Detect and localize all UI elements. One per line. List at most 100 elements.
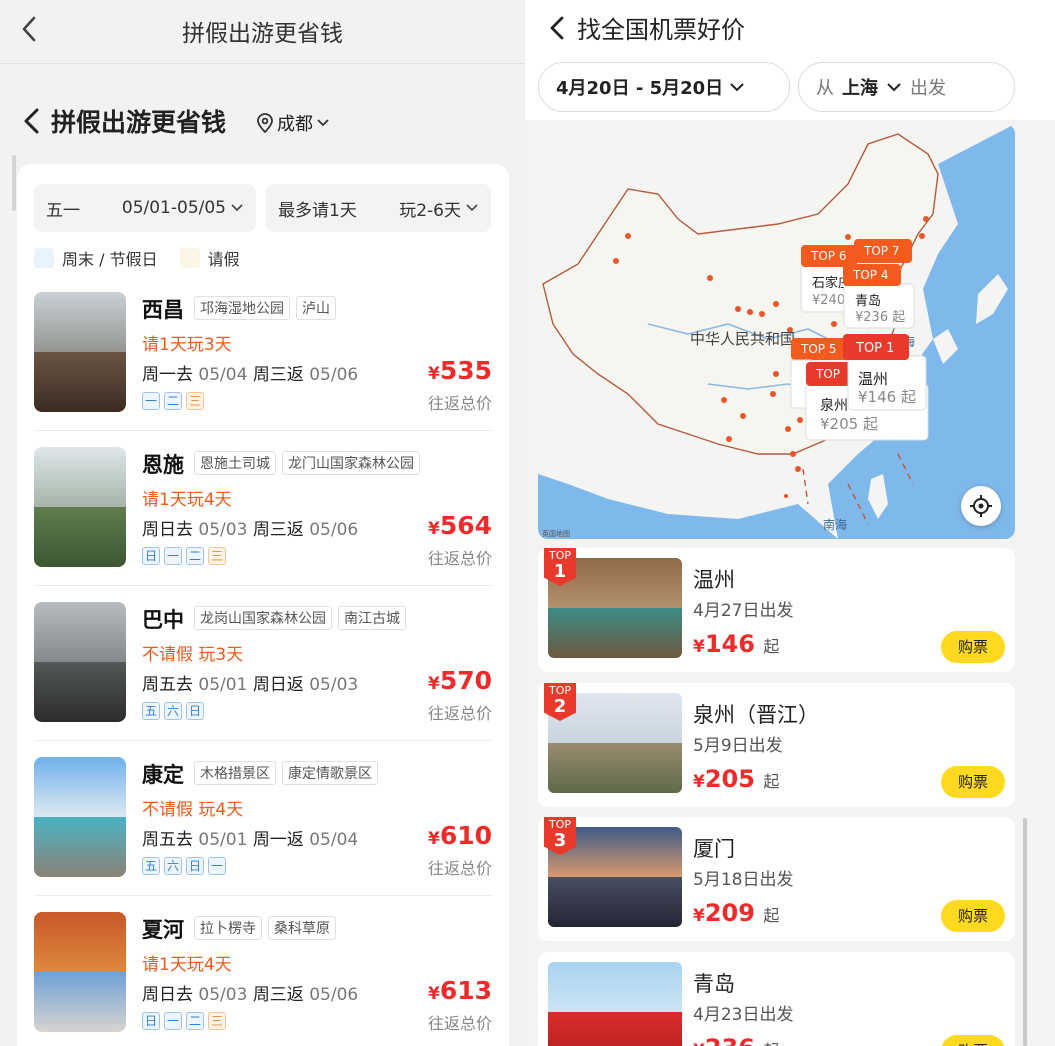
- trip-image: [34, 292, 126, 412]
- day-chip: 二: [164, 392, 182, 410]
- holiday-label: 五一: [46, 200, 80, 221]
- destination-date: 5月18日出发: [693, 870, 794, 890]
- destination-card[interactable]: TOP 2 泉州（晋江） 5月9日出发 ¥205 起 购票: [538, 683, 1015, 807]
- scroll-indicator: [1023, 818, 1027, 1046]
- date-range-selector[interactable]: 4月20日 - 5月20日: [538, 62, 790, 112]
- pin-rank: TOP: [815, 367, 840, 381]
- trip-item[interactable]: 恩施 恩施土司城 龙门山国家森林公园 请1天玩4天 周日去 05/03 周三返 …: [34, 431, 492, 586]
- crosshair-icon: [970, 495, 992, 517]
- top-nav-bar: 拼假出游更省钱: [0, 0, 525, 64]
- location-pin-icon: [257, 113, 273, 133]
- pin-rank: TOP 5: [800, 342, 836, 356]
- trip-city: 夏河: [142, 918, 184, 942]
- trip-plan: 请1天玩3天: [142, 335, 232, 355]
- trip-plan: 请1天玩4天: [142, 955, 232, 975]
- duration-filter[interactable]: 最多请1天 玩2-6天: [266, 184, 491, 232]
- sea-label: 南海: [823, 517, 847, 532]
- trip-dates: 周五去 05/01 周一返 05/04: [142, 830, 359, 850]
- destination-card[interactable]: TOP 1 温州 4月27日出发 ¥146 起 购票: [538, 548, 1015, 672]
- price-label: 往返总价: [427, 394, 492, 413]
- trip-tags: 恩施土司城 龙门山国家森林公园: [194, 451, 420, 475]
- destination-card[interactable]: TOP 3 厦门 5月18日出发 ¥209 起 购票: [538, 817, 1015, 941]
- day-chip: 日: [142, 547, 160, 565]
- page-title: 找全国机票好价: [577, 16, 745, 44]
- back-arrow-icon[interactable]: [547, 14, 567, 42]
- holiday-filter[interactable]: 五一 05/01-05/05: [34, 184, 256, 232]
- pin-city: 温州: [858, 370, 888, 388]
- trip-dates: 周日去 05/03 周三返 05/06: [142, 985, 359, 1005]
- holiday-dates: 05/01-05/05: [121, 198, 226, 218]
- destination-card[interactable]: 青岛 4月23日出发 ¥236 起 购票: [538, 952, 1015, 1046]
- flight-header: 找全国机票好价 4月20日 - 5月20日 从 上海 出发: [525, 0, 1055, 120]
- page-title: 拼假出游更省钱: [51, 108, 227, 137]
- chevron-down-icon: [466, 204, 478, 212]
- trip-tag: 康定情歌景区: [282, 761, 378, 785]
- map-pin-top7[interactable]: TOP 7: [854, 239, 912, 263]
- city-selector[interactable]: 成都: [256, 110, 330, 136]
- trip-tag: 拉卜楞寺: [194, 916, 262, 940]
- destination-name: 泉州（晋江）: [693, 703, 819, 727]
- locate-button[interactable]: [961, 486, 1001, 526]
- chevron-down-icon: [730, 82, 744, 91]
- trip-item[interactable]: 康定 木格措景区 康定情歌景区 不请假 玩4天 周五去 05/01 周一返 05…: [34, 741, 492, 896]
- trip-card: 五一 05/01-05/05 最多请1天 玩2-6天 周末 / 节假日 请假 西…: [17, 164, 509, 1046]
- topbar-title: 拼假出游更省钱: [182, 21, 343, 47]
- scroll-indicator: [12, 155, 16, 211]
- chevron-down-icon: [231, 204, 243, 212]
- trip-item[interactable]: 夏河 拉卜楞寺 桑科草原 请1天玩4天 周日去 05/03 周三返 05/06 …: [34, 896, 492, 1046]
- buy-ticket-button[interactable]: 购票: [941, 766, 1005, 798]
- trip-day-chips: 五 六 日 一: [142, 857, 226, 875]
- buy-ticket-button[interactable]: 购票: [941, 900, 1005, 932]
- weekend-legend-label: 周末 / 节假日: [62, 250, 158, 269]
- trip-image: [34, 757, 126, 877]
- depart-label: 出发: [910, 78, 946, 99]
- trip-tag: 桑科草原: [268, 916, 336, 940]
- destination-price: ¥209 起: [693, 899, 780, 927]
- day-chip: 六: [164, 702, 182, 720]
- pin-rank: TOP 1: [855, 341, 894, 356]
- right-panel: 找全国机票好价 4月20日 - 5月20日 从 上海 出发 中华人民共和国 南海…: [525, 0, 1055, 1046]
- map-pin-top4[interactable]: TOP 4 青岛 ¥236 起: [843, 264, 915, 329]
- china-map: 中华人民共和国 南海 海 英国地图 TOP 6 石家庄 ¥240 TOP 7 T…: [538, 124, 1015, 539]
- trip-price: ¥613: [427, 976, 492, 1005]
- trip-city: 恩施: [142, 453, 184, 477]
- day-chip: 日: [186, 857, 204, 875]
- day-chip: 二: [186, 547, 204, 565]
- trip-tags: 拉卜楞寺 桑科草原: [194, 916, 336, 940]
- trip-price: ¥610: [427, 821, 492, 850]
- pin-price: ¥236 起: [855, 310, 905, 325]
- trip-item[interactable]: 西昌 邛海湿地公园 泸山 请1天玩3天 周一去 05/04 周三返 05/06 …: [34, 276, 492, 431]
- chevron-down-icon: [887, 82, 901, 91]
- destination-price: ¥236 起: [693, 1034, 779, 1046]
- day-chip: 三: [186, 392, 204, 410]
- price-label: 往返总价: [427, 859, 492, 878]
- chevron-down-icon: [317, 119, 329, 127]
- trip-tag: 木格措景区: [194, 761, 276, 785]
- trip-city: 巴中: [142, 608, 184, 632]
- price-map[interactable]: 中华人民共和国 南海 海 英国地图 TOP 6 石家庄 ¥240 TOP 7 T…: [538, 124, 1015, 539]
- trip-tags: 木格措景区 康定情歌景区: [194, 761, 378, 785]
- pin-city: 青岛: [855, 293, 881, 309]
- day-chip: 一: [208, 857, 226, 875]
- date-range: 4月20日 - 5月20日: [556, 78, 724, 99]
- leave-swatch: [179, 248, 200, 268]
- play-duration: 玩2-6天: [399, 200, 461, 221]
- trip-plan: 请1天玩4天: [142, 490, 232, 510]
- leave-limit-label: 最多请1天: [278, 200, 357, 221]
- buy-ticket-button[interactable]: 购票: [941, 631, 1005, 663]
- trip-tag: 泸山: [296, 296, 336, 320]
- destination-image: [548, 962, 682, 1046]
- day-chip: 五: [142, 857, 160, 875]
- calendar-legend: 周末 / 节假日 请假: [34, 246, 240, 270]
- trip-tag: 龙门山国家森林公园: [282, 451, 420, 475]
- day-chip: 日: [142, 1012, 160, 1030]
- trip-item[interactable]: 巴中 龙岗山国家森林公园 南江古城 不请假 玩3天 周五去 05/01 周日返 …: [34, 586, 492, 741]
- day-chip: 六: [164, 857, 182, 875]
- trip-price: ¥564: [427, 511, 492, 540]
- destination-date: 5月9日出发: [693, 736, 783, 756]
- trip-day-chips: 日 一 二 三: [142, 547, 226, 565]
- pin-rank: TOP 7: [863, 244, 899, 258]
- departure-city-selector[interactable]: 从 上海 出发: [798, 62, 1015, 112]
- back-arrow-icon[interactable]: [20, 106, 42, 136]
- buy-ticket-button[interactable]: 购票: [941, 1035, 1005, 1046]
